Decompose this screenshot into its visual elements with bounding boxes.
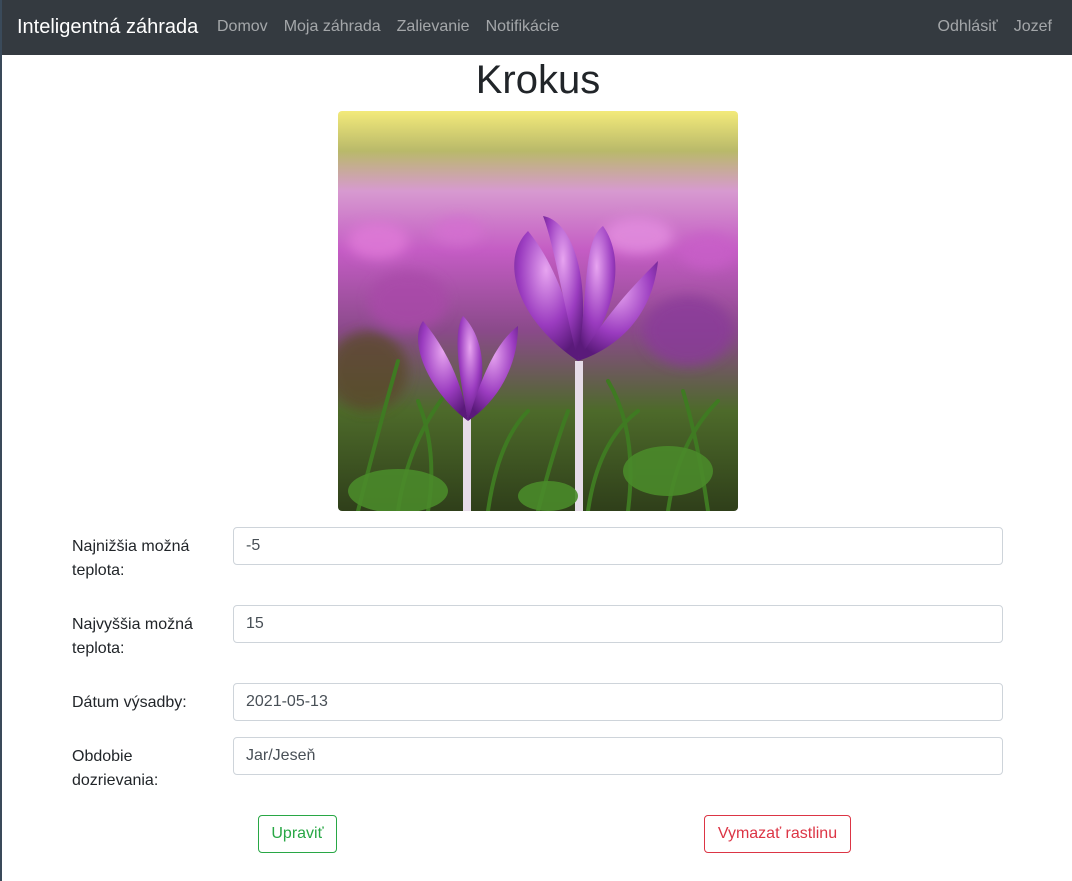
ripening-period-input[interactable]: Jar/Jeseň bbox=[233, 737, 1003, 775]
plant-image bbox=[338, 111, 738, 511]
page-title: Krokus bbox=[475, 58, 601, 102]
nav-link-domov[interactable]: Domov bbox=[217, 17, 268, 37]
min-temp-input[interactable]: -5 bbox=[233, 527, 1003, 565]
field-label-planting-date: Dátum výsadby: bbox=[72, 694, 187, 711]
planting-date-input[interactable]: 2021-05-13 bbox=[233, 683, 1003, 721]
page: Inteligentná záhrada Domov Moja záhrada … bbox=[0, 0, 1072, 881]
edit-button[interactable]: Upraviť bbox=[258, 815, 337, 853]
nav-right: Odhlásiť Jozef bbox=[938, 17, 1053, 37]
nav-link-moja-zahrada[interactable]: Moja záhrada bbox=[284, 17, 381, 37]
nav-link-notifikacie[interactable]: Notifikácie bbox=[486, 17, 560, 37]
navbar: Inteligentná záhrada Domov Moja záhrada … bbox=[2, 0, 1072, 55]
nav-link-logout[interactable]: Odhlásiť bbox=[938, 17, 998, 37]
field-label-ripening-period: Obdobie dozrievania: bbox=[72, 748, 159, 789]
max-temp-input[interactable]: 15 bbox=[233, 605, 1003, 643]
nav-left: Domov Moja záhrada Zalievanie Notifikáci… bbox=[217, 17, 559, 37]
delete-plant-button[interactable]: Vymazať rastlinu bbox=[704, 815, 851, 853]
nav-link-user[interactable]: Jozef bbox=[1014, 17, 1052, 37]
field-label-max-temp: Najvyššia možná teplota: bbox=[72, 616, 193, 657]
nav-link-zalievanie[interactable]: Zalievanie bbox=[397, 17, 470, 37]
navbar-brand[interactable]: Inteligentná záhrada bbox=[17, 15, 198, 39]
field-label-min-temp: Najnižšia možná teplota: bbox=[72, 538, 190, 579]
